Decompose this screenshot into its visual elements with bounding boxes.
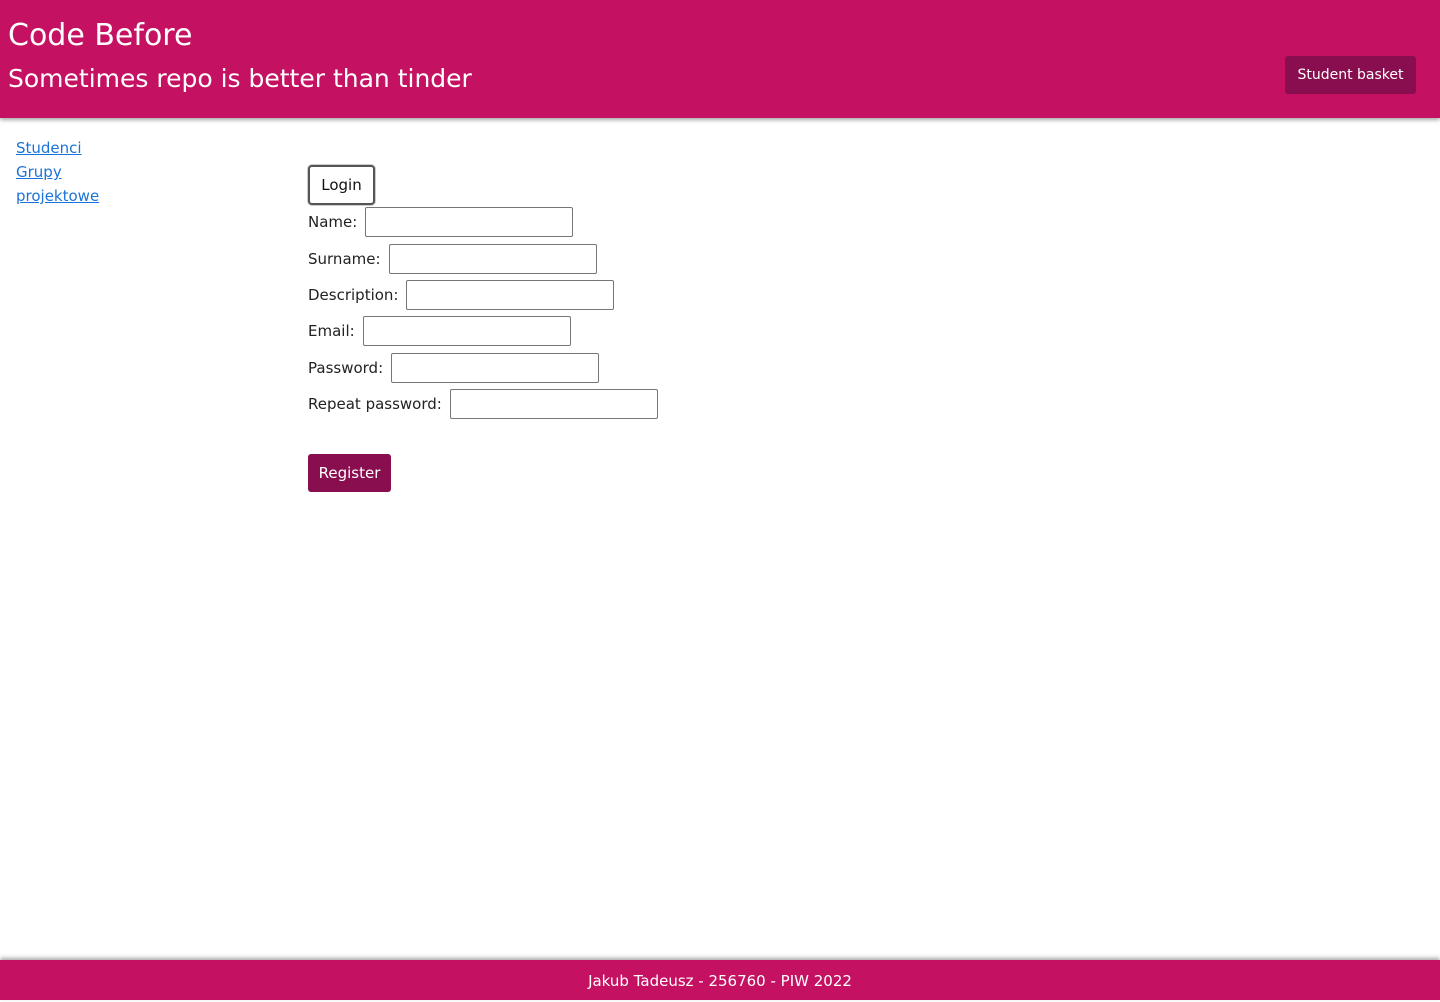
repeat-password-label: Repeat password: <box>308 395 442 413</box>
site-subtitle: Sometimes repo is better than tinder <box>8 64 472 93</box>
site-footer: Jakub Tadeusz - 256760 - PIW 2022 <box>0 960 1440 1000</box>
surname-label: Surname: <box>308 250 381 268</box>
sidebar-item-studenci[interactable]: Studenci <box>16 136 126 160</box>
surname-input[interactable] <box>388 244 597 274</box>
email-input[interactable] <box>362 316 571 346</box>
site-title: Code Before <box>8 18 193 53</box>
name-field-row: Name: <box>308 207 574 237</box>
repeat-password-input[interactable] <box>449 389 658 419</box>
description-label: Description: <box>308 286 399 304</box>
login-button[interactable]: Login <box>308 165 375 205</box>
register-button[interactable]: Register <box>308 454 391 492</box>
repeat-password-field-row: Repeat password: <box>308 389 658 419</box>
site-header: Code Before Sometimes repo is better tha… <box>0 0 1440 118</box>
description-field-row: Description: <box>308 280 615 310</box>
student-basket-button[interactable]: Student basket <box>1285 56 1416 94</box>
surname-field-row: Surname: <box>308 244 597 274</box>
sidebar-item-grupy-projektowe[interactable]: Grupy projektowe <box>16 160 126 208</box>
password-label: Password: <box>308 359 384 377</box>
password-input[interactable] <box>391 353 600 383</box>
password-field-row: Password: <box>308 353 600 383</box>
description-input[interactable] <box>406 280 615 310</box>
footer-text: Jakub Tadeusz - 256760 - PIW 2022 <box>588 972 852 990</box>
name-input[interactable] <box>365 207 574 237</box>
sidebar-nav: Studenci Grupy projektowe <box>16 136 126 208</box>
email-field-row: Email: <box>308 316 571 346</box>
email-label: Email: <box>308 322 355 340</box>
name-label: Name: <box>308 213 358 231</box>
